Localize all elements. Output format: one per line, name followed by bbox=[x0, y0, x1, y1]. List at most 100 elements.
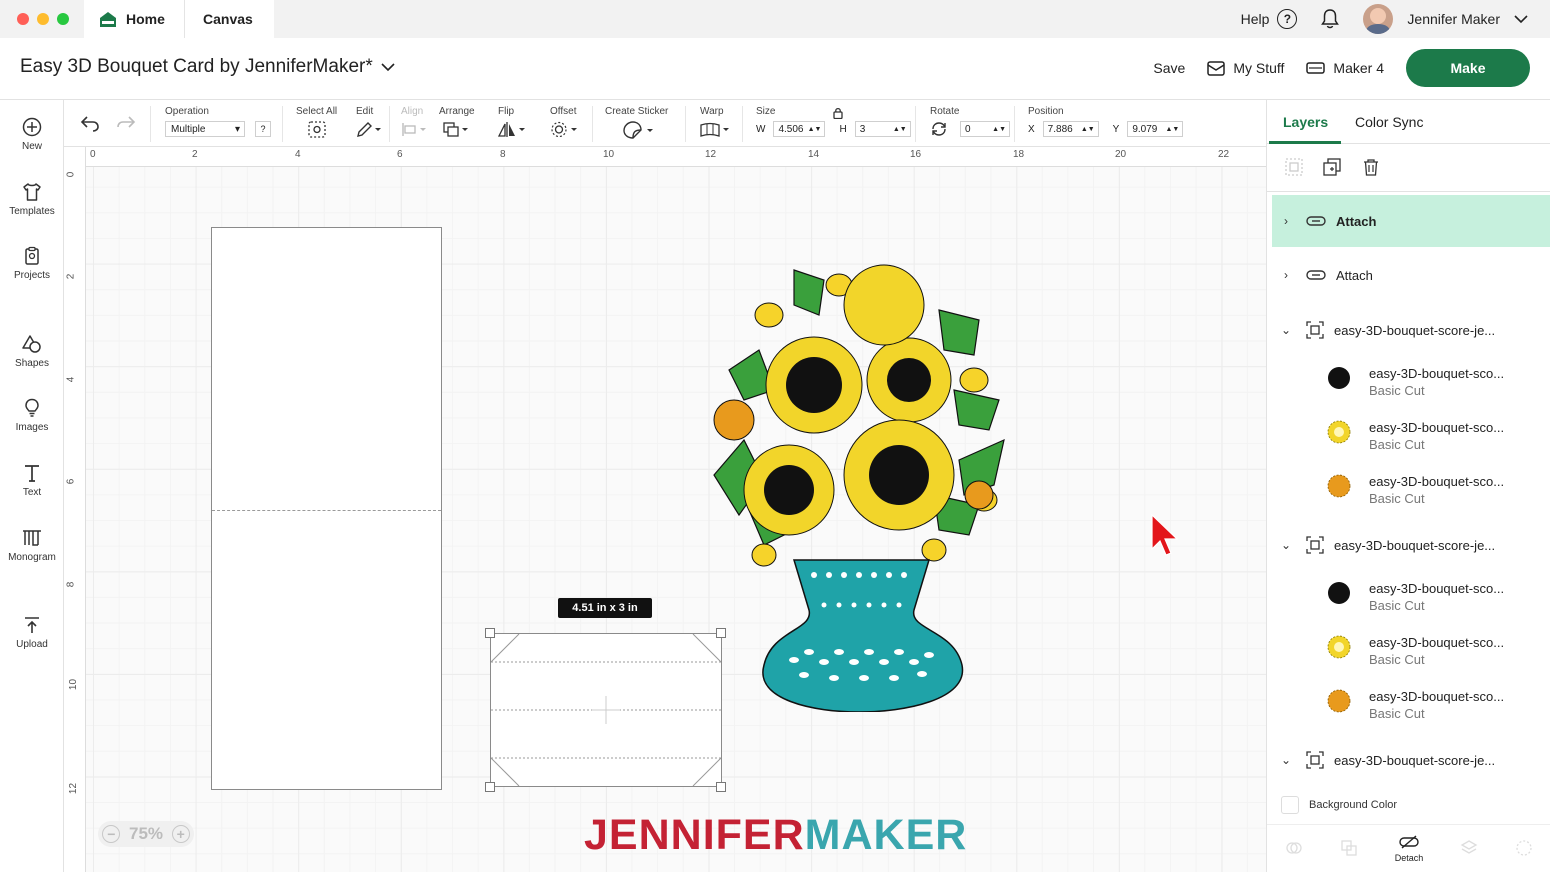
tab-layers[interactable]: Layers bbox=[1283, 114, 1328, 130]
warp-icon[interactable] bbox=[700, 121, 730, 138]
layer-attach-1[interactable]: › Attach bbox=[1272, 195, 1550, 247]
sidebar-item-new[interactable]: New bbox=[0, 117, 64, 152]
layer-item[interactable]: easy-3D-bouquet-sco... Basic Cut bbox=[1327, 581, 1547, 613]
y-input[interactable]: 9.079 ▲▼ bbox=[1127, 121, 1184, 137]
layer-type: Basic Cut bbox=[1369, 437, 1425, 452]
layer-item[interactable]: easy-3D-bouquet-sco... Basic Cut bbox=[1327, 474, 1547, 506]
stepper-icon[interactable]: ▲▼ bbox=[893, 126, 907, 133]
chevron-right-icon[interactable]: › bbox=[1278, 268, 1294, 282]
combine-button[interactable] bbox=[1340, 839, 1358, 859]
avatar[interactable] bbox=[1363, 4, 1394, 34]
tab-canvas-label: Canvas bbox=[203, 11, 253, 27]
help-link[interactable]: Help ? bbox=[1241, 9, 1298, 29]
stepper-icon[interactable]: ▲▼ bbox=[1081, 126, 1095, 133]
tab-canvas[interactable]: Canvas bbox=[184, 0, 274, 38]
sidebar-item-templates[interactable]: Templates bbox=[0, 182, 64, 217]
tab-home[interactable]: Home bbox=[84, 0, 184, 38]
sidebar-item-images[interactable]: Images bbox=[0, 398, 64, 433]
tab-color-sync[interactable]: Color Sync bbox=[1355, 114, 1423, 130]
group-icon[interactable] bbox=[1285, 158, 1303, 176]
slice-button[interactable] bbox=[1285, 839, 1303, 859]
redo-icon[interactable] bbox=[116, 114, 136, 132]
ruler-tick: 8 bbox=[500, 149, 506, 160]
edit-label: Edit bbox=[356, 106, 374, 117]
sidebar-item-projects[interactable]: Projects bbox=[0, 246, 64, 281]
flip-icon[interactable] bbox=[497, 121, 526, 138]
sidebar-item-upload[interactable]: Upload bbox=[0, 615, 64, 650]
offset-icon[interactable] bbox=[550, 121, 578, 138]
y-value: 9.079 bbox=[1132, 123, 1158, 135]
user-name[interactable]: Jennifer Maker bbox=[1407, 11, 1500, 27]
rotate-input[interactable]: 0 ▲▼ bbox=[960, 121, 1010, 137]
resize-handle[interactable] bbox=[485, 628, 495, 638]
sidebar-item-monogram[interactable]: Monogram bbox=[0, 528, 64, 563]
bell-icon[interactable] bbox=[1321, 9, 1340, 29]
background-color-row[interactable]: Background Color bbox=[1281, 796, 1397, 814]
align-icon[interactable] bbox=[401, 121, 427, 138]
chevron-down-icon[interactable]: ⌄ bbox=[1278, 753, 1294, 767]
sidebar-item-label: Monogram bbox=[8, 552, 56, 563]
chevron-right-icon[interactable]: › bbox=[1278, 214, 1294, 228]
arrange-icon[interactable] bbox=[439, 121, 469, 138]
undo-icon[interactable] bbox=[80, 114, 100, 132]
layer-item[interactable]: easy-3D-bouquet-sco... Basic Cut bbox=[1327, 366, 1547, 398]
orange-flower-swatch bbox=[1327, 689, 1351, 713]
layer-item[interactable]: easy-3D-bouquet-sco... Basic Cut bbox=[1327, 635, 1547, 667]
stepper-icon[interactable]: ▲▼ bbox=[992, 126, 1006, 133]
trash-icon[interactable] bbox=[1362, 158, 1380, 176]
machine-button[interactable]: Maker 4 bbox=[1306, 60, 1384, 76]
rotate-label: Rotate bbox=[930, 106, 960, 117]
group-icon bbox=[1306, 536, 1324, 554]
design-canvas[interactable]: 0 2 4 6 8 10 12 14 16 18 20 22 0 2 4 6 8… bbox=[64, 147, 1266, 872]
resize-handle[interactable] bbox=[485, 782, 495, 792]
x-input[interactable]: 7.886 ▲▼ bbox=[1042, 121, 1099, 137]
close-window-button[interactable] bbox=[17, 13, 29, 25]
save-button[interactable]: Save bbox=[1153, 60, 1185, 76]
sidebar-item-text[interactable]: Text bbox=[0, 463, 64, 498]
my-stuff-button[interactable]: My Stuff bbox=[1207, 60, 1284, 76]
layer-group-2[interactable]: ⌄ easy-3D-bouquet-score-je... bbox=[1272, 520, 1550, 570]
duplicate-icon[interactable] bbox=[1323, 158, 1341, 176]
ruler-tick: 14 bbox=[808, 149, 820, 160]
chevron-down-icon[interactable]: ⌄ bbox=[1278, 538, 1294, 552]
flatten-button[interactable] bbox=[1460, 839, 1478, 859]
operation-help-button[interactable]: ? bbox=[255, 121, 271, 137]
my-stuff-label: My Stuff bbox=[1233, 60, 1285, 76]
chevron-down-icon[interactable]: ⌄ bbox=[1278, 323, 1294, 337]
shirt-icon bbox=[23, 183, 41, 201]
lock-icon[interactable] bbox=[833, 107, 843, 119]
minimize-window-button[interactable] bbox=[37, 13, 49, 25]
ruler-tick: 4 bbox=[65, 376, 77, 383]
stepper-icon[interactable]: ▲▼ bbox=[808, 126, 822, 133]
sunflower-bouquet-image[interactable] bbox=[704, 260, 1014, 712]
layer-group-3[interactable]: ⌄ easy-3D-bouquet-score-je... bbox=[1272, 735, 1550, 785]
layer-item[interactable]: easy-3D-bouquet-sco... Basic Cut bbox=[1327, 689, 1547, 721]
chevron-down-icon[interactable] bbox=[1514, 14, 1528, 24]
layer-type: Basic Cut bbox=[1369, 598, 1425, 613]
maximize-window-button[interactable] bbox=[57, 13, 69, 25]
layer-attach-2[interactable]: › Attach bbox=[1272, 250, 1550, 300]
operation-select[interactable]: Multiple ▾ bbox=[165, 121, 245, 137]
height-input[interactable]: 3 ▲▼ bbox=[854, 121, 911, 137]
layer-group-1[interactable]: ⌄ easy-3D-bouquet-score-je... bbox=[1272, 305, 1550, 355]
resize-handle[interactable] bbox=[716, 782, 726, 792]
zoom-in-button[interactable]: + bbox=[171, 825, 190, 843]
pencil-icon[interactable] bbox=[356, 121, 382, 138]
resize-handle[interactable] bbox=[716, 628, 726, 638]
layer-type: Basic Cut bbox=[1369, 491, 1425, 506]
select-all-icon[interactable] bbox=[308, 121, 326, 138]
make-button[interactable]: Make bbox=[1406, 49, 1530, 87]
width-input[interactable]: 4.506 ▲▼ bbox=[773, 121, 826, 137]
sticker-icon[interactable] bbox=[623, 121, 655, 139]
sidebar-item-shapes[interactable]: Shapes bbox=[0, 334, 64, 369]
project-title-dropdown[interactable]: Easy 3D Bouquet Card by JenniferMaker* bbox=[20, 56, 395, 78]
card-base-shape[interactable] bbox=[211, 227, 442, 790]
zoom-out-button[interactable]: − bbox=[102, 825, 121, 843]
background-color-swatch[interactable] bbox=[1281, 796, 1299, 814]
stepper-icon[interactable]: ▲▼ bbox=[1165, 126, 1179, 133]
contour-button[interactable] bbox=[1515, 839, 1533, 859]
detach-button[interactable]: Detach bbox=[1395, 834, 1423, 863]
selected-score-card[interactable] bbox=[490, 633, 722, 787]
left-sidebar: New Templates Projects Shapes Images Tex… bbox=[0, 100, 64, 872]
layer-item[interactable]: easy-3D-bouquet-sco... Basic Cut bbox=[1327, 420, 1547, 452]
